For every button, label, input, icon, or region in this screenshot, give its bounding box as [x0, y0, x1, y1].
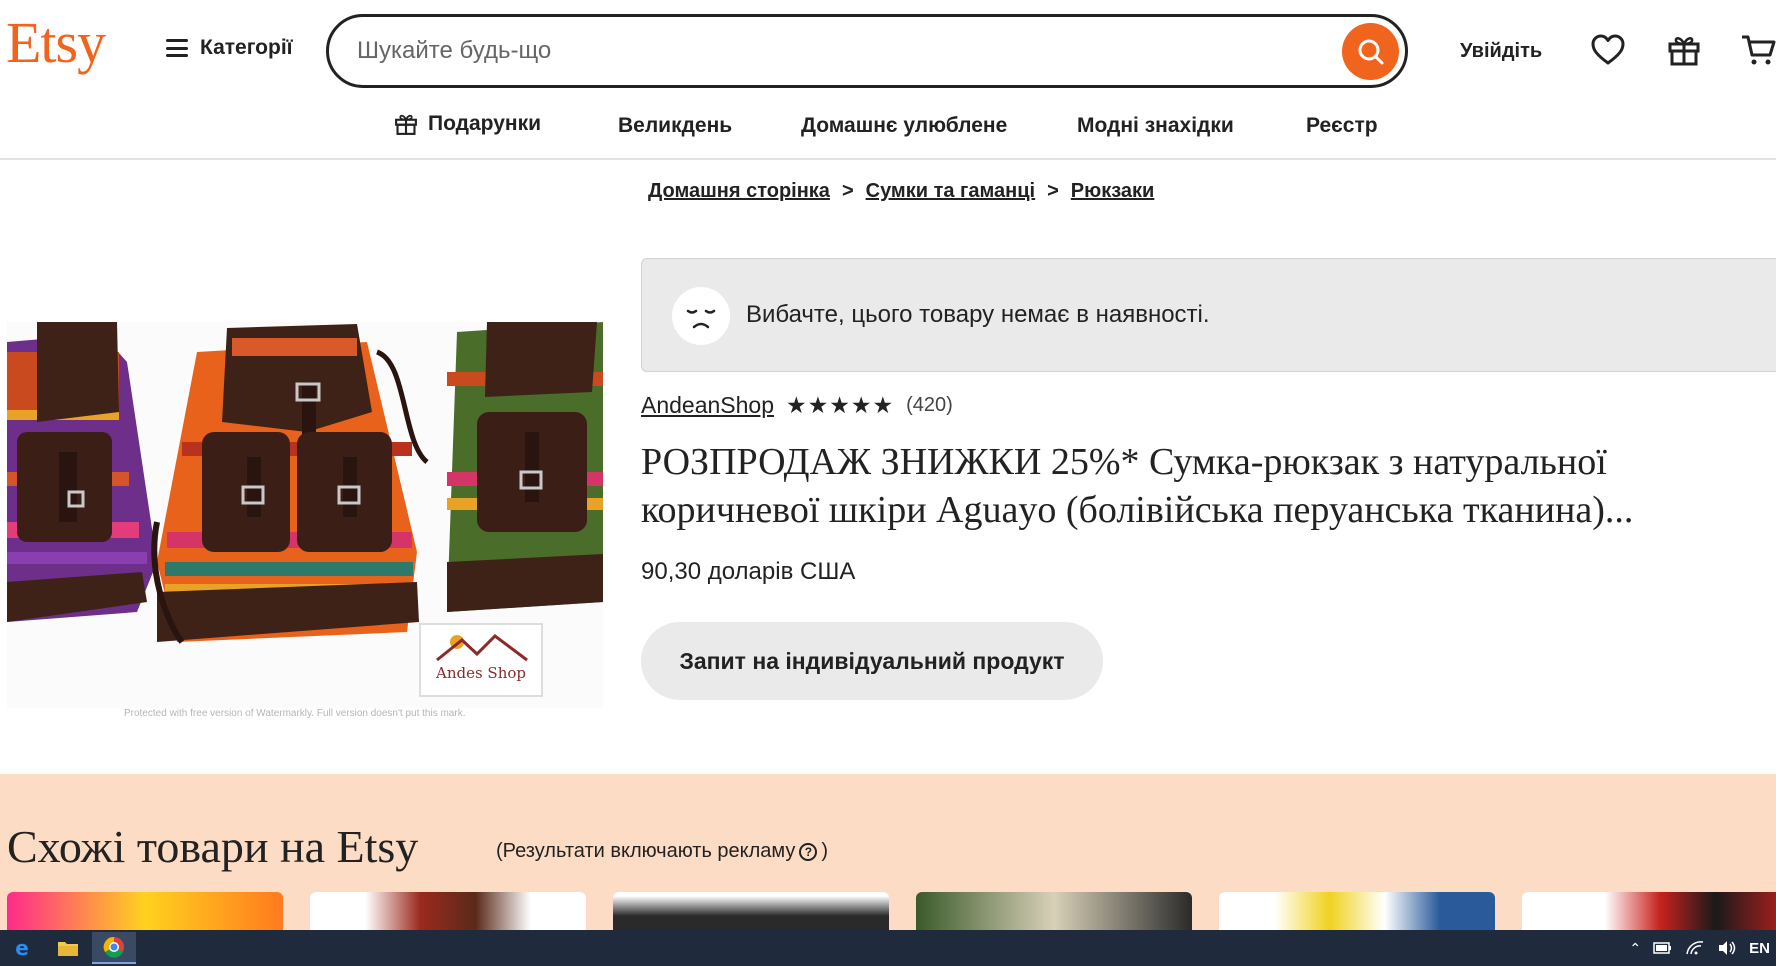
gift-icon [1668, 37, 1700, 66]
categories-button[interactable]: Категорії [166, 36, 293, 60]
breadcrumb: Домашня сторінка > Сумки та гаманці > Рю… [648, 180, 1154, 203]
gifts-button[interactable] [1666, 32, 1702, 68]
product-title: РОЗПРОДАЖ ЗНИЖКИ 25%* Сумка-рюкзак з нат… [641, 438, 1776, 534]
nav-item-label: Великдень [618, 114, 733, 137]
favorites-button[interactable] [1590, 32, 1626, 68]
edge-browser-button[interactable]: e [0, 932, 44, 964]
similar-item-thumbnail[interactable] [916, 892, 1192, 930]
signin-link[interactable]: Увійдіть [1460, 40, 1542, 63]
similar-items-title: Схожі товари на Etsy [7, 821, 419, 872]
image-logo-text: Andes Shop [435, 664, 526, 682]
request-custom-product-button[interactable]: Запит на індивідуальний продукт [641, 622, 1103, 700]
etsy-logo[interactable]: Etsy [6, 14, 106, 72]
nav-item-label: Реєстр [1306, 114, 1378, 137]
breadcrumb-separator: > [841, 180, 854, 202]
product-price: 90,30 доларів США [641, 558, 856, 585]
chrome-browser-button[interactable] [92, 932, 136, 964]
similar-item-thumbnail[interactable] [310, 892, 586, 930]
wifi-icon[interactable] [1685, 940, 1705, 956]
cart-icon [1742, 35, 1776, 65]
out-of-stock-text: Вибачте, цього товару немає в наявності. [746, 301, 1210, 328]
heart-icon [1591, 34, 1625, 65]
out-of-stock-notice: Вибачте, цього товару немає в наявності. [641, 258, 1776, 372]
nav-item-home-favorites[interactable]: Домашнє улюблене [801, 114, 1007, 138]
breadcrumb-separator: > [1047, 180, 1059, 202]
similar-item-thumbnail[interactable] [1522, 892, 1776, 930]
svg-text:e: e [15, 937, 29, 959]
ads-note-close: ) [821, 840, 829, 862]
similar-item-thumbnail[interactable] [1219, 892, 1495, 930]
gift-icon [395, 114, 417, 135]
search-bar [326, 14, 1408, 88]
nav-item-fashion-finds[interactable]: Модні знахідки [1077, 114, 1234, 138]
volume-icon[interactable] [1717, 940, 1737, 956]
rating-stars: ★★★★★ [786, 392, 895, 418]
shop-name-link[interactable]: AndeanShop [641, 392, 774, 419]
input-language[interactable]: EN [1749, 940, 1770, 957]
nav-item-registry[interactable]: Реєстр [1306, 114, 1378, 138]
nav-item-label: Модні знахідки [1077, 114, 1234, 137]
folder-icon [58, 942, 78, 956]
nav-item-label: Домашнє улюблене [801, 114, 1008, 137]
header: Etsy Категорії Увійдіть [0, 0, 1776, 100]
breadcrumb-bags[interactable]: Сумки та гаманці [866, 180, 1035, 203]
help-icon[interactable]: ? [799, 842, 818, 861]
nav-item-label: Подарунки [428, 112, 541, 135]
similar-item-thumbnail[interactable] [613, 892, 889, 930]
search-input[interactable] [357, 31, 1317, 71]
product-title-line-1: РОЗПРОДАЖ ЗНИЖКИ 25%* Сумка-рюкзак з нат… [641, 441, 1607, 483]
edge-icon: e [15, 937, 29, 959]
chrome-icon [103, 936, 124, 958]
file-explorer-button[interactable] [46, 932, 90, 964]
battery-icon[interactable] [1653, 941, 1673, 955]
cart-button[interactable] [1740, 32, 1776, 68]
shop-info: AndeanShop ★★★★★ (420) [641, 392, 953, 419]
search-button[interactable] [1342, 23, 1399, 80]
backpacks-photo: Andes Shop [7, 322, 603, 708]
nav-item-gifts[interactable]: Подарунки [394, 112, 541, 136]
search-icon [1358, 39, 1383, 64]
product-image[interactable]: Andes Shop [7, 322, 603, 708]
ads-note-text: (Результати включають рекламу [496, 840, 796, 862]
windows-taskbar: e ⌃ EN [0, 930, 1776, 966]
breadcrumb-backpacks[interactable]: Рюкзаки [1071, 180, 1155, 203]
breadcrumb-home[interactable]: Домашня сторінка [648, 180, 830, 203]
nav-item-easter[interactable]: Великдень [618, 114, 732, 138]
menu-icon [166, 39, 188, 57]
similar-items-section: Схожі товари на Etsy (Результати включаю… [0, 774, 1776, 930]
sad-face-icon [672, 287, 730, 345]
review-count: (420) [906, 394, 953, 416]
chevron-up-icon[interactable]: ⌃ [1629, 940, 1641, 957]
system-tray: ⌃ EN [1629, 930, 1776, 966]
categories-label: Категорії [200, 36, 293, 59]
ads-note: (Результати включають рекламу ? ) [496, 840, 828, 863]
product-title-line-2: коричневої шкіри Aguayo (болівійська пер… [641, 489, 1634, 531]
watermark-text: Protected with free version of Watermark… [124, 708, 466, 719]
similar-item-thumbnail[interactable] [7, 892, 283, 930]
category-nav: Подарунки Великдень Домашнє улюблене Мод… [0, 100, 1776, 160]
